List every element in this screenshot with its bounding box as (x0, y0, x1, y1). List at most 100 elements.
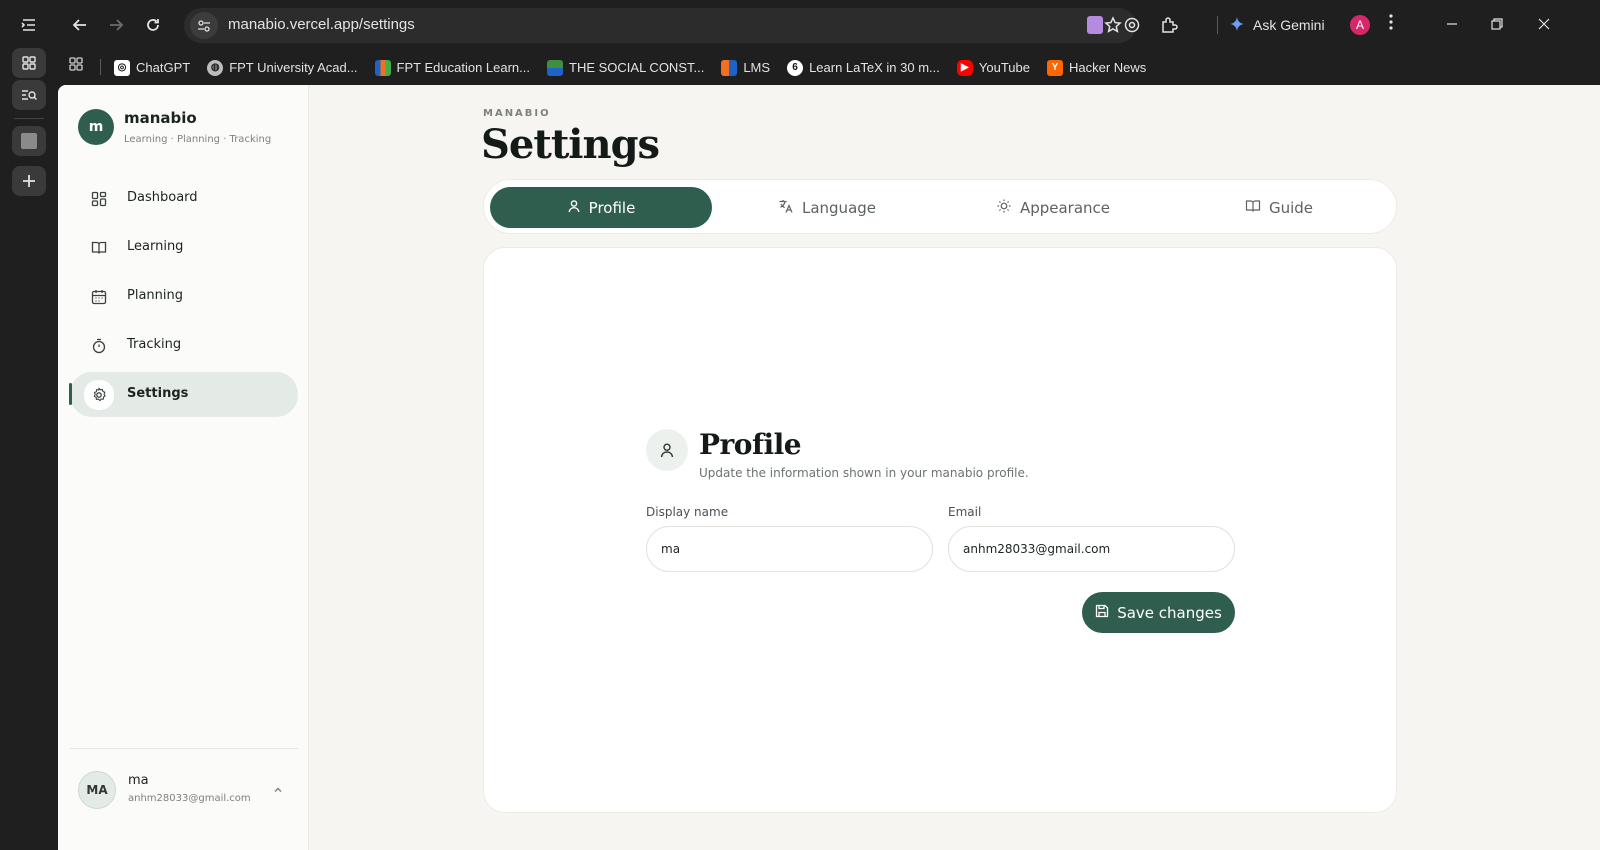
gear-icon (84, 380, 114, 410)
tab-label: Profile (588, 198, 636, 217)
profile-section-title: Profile (699, 428, 802, 461)
bookmark-fpt-university[interactable]: ◍ FPT University Acad... (207, 59, 358, 76)
reload-icon[interactable] (139, 11, 167, 39)
active-indicator (69, 383, 72, 405)
tab-language[interactable]: Language (716, 187, 938, 228)
sidebar-item-label: Learning (127, 239, 184, 254)
book-open-icon (1245, 198, 1261, 218)
new-tab-icon[interactable] (12, 166, 46, 196)
bookmarks-divider (100, 59, 101, 75)
social-const-icon (547, 59, 563, 76)
ask-gemini-button[interactable]: Ask Gemini (1229, 11, 1325, 39)
bookmark-social-const[interactable]: THE SOCIAL CONST... (547, 59, 705, 76)
book-icon (87, 236, 111, 260)
settings-tabs: Profile Language Appearance Guide (483, 179, 1397, 234)
tab-strip-divider (14, 118, 44, 119)
vertical-tab-strip (0, 0, 58, 850)
brand-name: manabio (124, 109, 197, 127)
sidebar-item-label: Dashboard (127, 190, 198, 205)
tab-guide[interactable]: Guide (1168, 187, 1390, 228)
browser-menu-icon[interactable] (1388, 13, 1394, 35)
bookmark-lms[interactable]: LMS (721, 59, 771, 76)
main-content: MANABIO Settings Profile Language Appear… (309, 85, 1600, 850)
sidebar-item-learning[interactable]: Learning (70, 225, 298, 270)
translate-icon (778, 198, 794, 218)
address-bar[interactable]: manabio.vercel.app/settings (184, 8, 1136, 43)
display-name-label: Display name (646, 505, 729, 519)
page-title: Settings (481, 121, 660, 168)
sidebar-item-label: Tracking (127, 337, 182, 352)
bookmark-label: Learn LaTeX in 30 m... (809, 60, 940, 75)
bookmark-label: LMS (743, 60, 771, 75)
profile-card: Profile Update the information shown in … (483, 247, 1397, 813)
fpt-university-icon: ◍ (207, 59, 224, 76)
chatgpt-icon: ◎ (114, 59, 130, 76)
sidebar-nav: Dashboard Learning Planning Tracking Set… (69, 176, 298, 421)
timer-icon (87, 334, 111, 358)
sidebar-item-planning[interactable]: Planning (70, 274, 298, 319)
tab-profile[interactable]: Profile (490, 187, 712, 228)
minimize-icon[interactable] (1434, 10, 1470, 38)
hacker-news-icon: Y (1046, 59, 1063, 76)
site-info-icon[interactable] (190, 12, 218, 39)
collapse-tabs-icon[interactable] (12, 10, 46, 40)
extension-openai-icon[interactable] (1120, 13, 1144, 37)
bookmarks-bar: ◎ ChatGPT ◍ FPT University Acad... FPT Edu… (58, 50, 1600, 85)
browser-profile-avatar[interactable]: A (1350, 15, 1370, 35)
email-field[interactable] (948, 526, 1235, 572)
bookmark-label: FPT Education Learn... (396, 60, 530, 75)
save-icon (1095, 604, 1109, 622)
tab-search-icon[interactable] (12, 80, 46, 110)
bookmark-label: THE SOCIAL CONST... (569, 60, 705, 75)
url-text[interactable]: manabio.vercel.app/settings (228, 16, 415, 33)
tab-groups-icon[interactable] (12, 48, 46, 78)
user-icon (567, 199, 581, 217)
save-changes-label: Save changes (1117, 603, 1222, 622)
bookmark-chatgpt[interactable]: ◎ ChatGPT (114, 59, 191, 76)
bookmark-label: ChatGPT (136, 60, 191, 75)
forward-icon[interactable] (102, 11, 130, 39)
bookmark-learn-latex[interactable]: 6 Learn LaTeX in 30 m... (787, 59, 940, 76)
dashboard-icon (87, 187, 111, 211)
chevron-up-icon[interactable] (272, 781, 284, 800)
email-label: Email (948, 505, 982, 519)
sun-icon (996, 198, 1012, 218)
extensions-puzzle-icon[interactable] (1157, 13, 1181, 37)
user-name: ma (128, 773, 149, 788)
user-avatar[interactable]: MA (78, 771, 116, 809)
brand-logo[interactable]: m (78, 109, 114, 145)
restore-icon[interactable] (1479, 10, 1515, 38)
page-eyebrow: MANABIO (483, 108, 551, 119)
sidebar-item-label: Planning (127, 288, 183, 303)
toolbar-divider (1217, 16, 1218, 34)
bookmark-fpt-education[interactable]: FPT Education Learn... (374, 59, 530, 76)
app-viewport: m manabio Learning · Planning · Tracking… (58, 85, 1600, 850)
sidebar: m manabio Learning · Planning · Tracking… (58, 85, 309, 850)
bookmark-hacker-news[interactable]: Y Hacker News (1046, 59, 1147, 76)
sidebar-item-dashboard[interactable]: Dashboard (70, 176, 298, 221)
sidebar-item-label: Settings (127, 386, 189, 401)
open-tab-thumbnail[interactable] (12, 126, 46, 156)
extension-notebook-icon[interactable] (1083, 13, 1107, 37)
save-changes-button[interactable]: Save changes (1082, 592, 1235, 633)
apps-grid-icon[interactable] (68, 56, 84, 76)
sidebar-item-settings[interactable]: Settings (69, 372, 298, 417)
youtube-icon: ▶ (956, 59, 973, 76)
brand-tagline: Learning · Planning · Tracking (124, 134, 272, 145)
sidebar-divider (70, 748, 298, 749)
lms-icon (721, 59, 738, 76)
bookmark-label: FPT University Acad... (229, 60, 358, 75)
tab-label: Guide (1268, 198, 1314, 217)
profile-user-icon (646, 429, 688, 471)
ask-gemini-label: Ask Gemini (1253, 17, 1325, 33)
bookmark-youtube[interactable]: ▶ YouTube (956, 59, 1030, 76)
browser-toolbar: manabio.vercel.app/settings Ask Gemini A (58, 0, 1600, 50)
tab-appearance[interactable]: Appearance (942, 187, 1164, 228)
fpt-education-icon (374, 59, 391, 76)
close-window-icon[interactable] (1526, 10, 1562, 38)
display-name-field[interactable] (646, 526, 933, 572)
bookmark-label: Hacker News (1068, 60, 1147, 75)
back-icon[interactable] (66, 11, 94, 39)
calendar-icon (87, 285, 111, 309)
sidebar-item-tracking[interactable]: Tracking (70, 323, 298, 368)
